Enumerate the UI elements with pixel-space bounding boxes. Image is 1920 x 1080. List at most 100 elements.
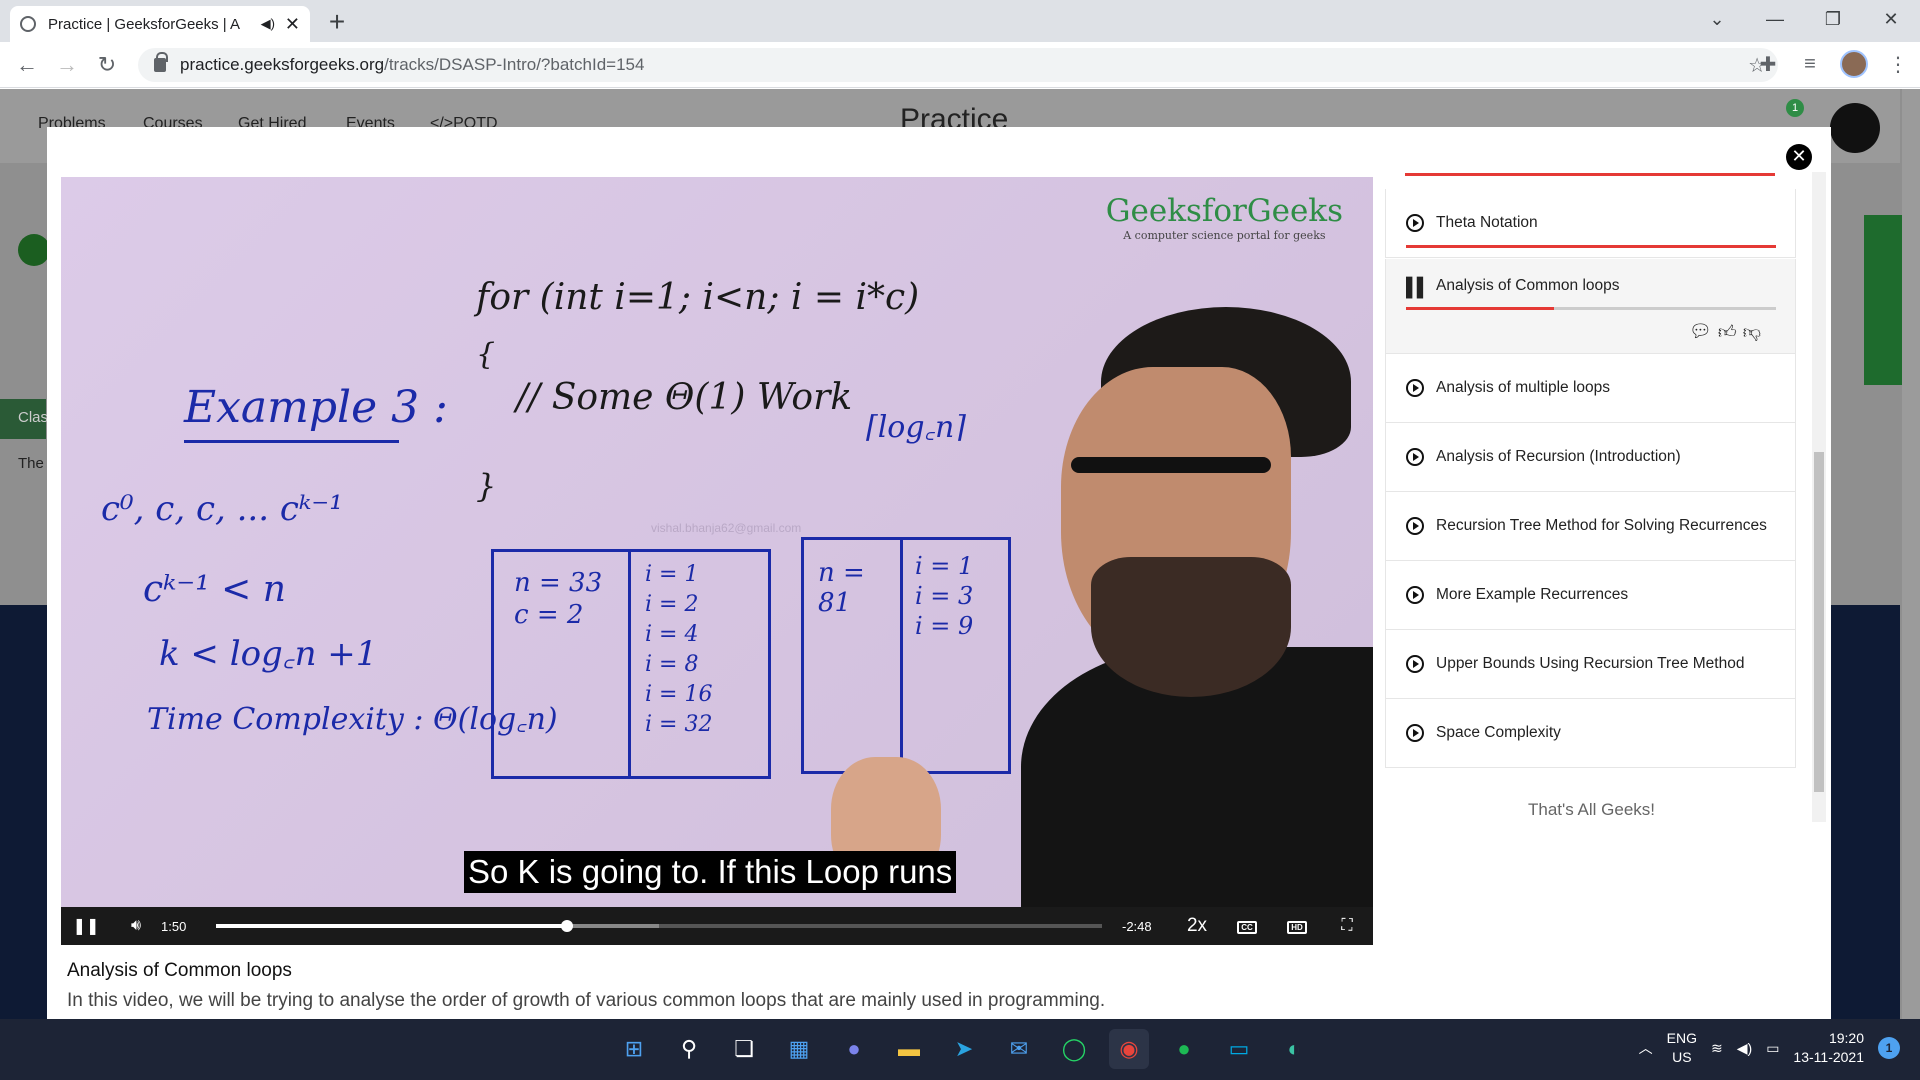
lock-icon[interactable] [154,52,168,72]
back-arrow-icon[interactable] [18,234,50,266]
play-circle-icon [1406,517,1424,535]
remaining-time: -2:48 [1122,918,1152,934]
browser-toolbar: ← → ↻ practice.geeksforgeeks.org/tracks/… [0,42,1920,88]
restore-button[interactable]: ❐ [1804,0,1862,40]
playlist-item-recursion-tree[interactable]: Recursion Tree Method for Solving Recurr… [1385,492,1796,561]
file-explorer-icon[interactable]: ▬ [889,1029,929,1069]
board-b2-i9: i = 9 [915,612,974,640]
search-icon[interactable]: ⚲ [669,1029,709,1069]
back-button[interactable]: ← [12,50,42,80]
email-watermark: vishal.bhanja62@gmail.com [651,521,802,535]
reload-button[interactable]: ↻ [92,50,122,80]
video-player[interactable]: GeeksforGeeks A computer science portal … [61,177,1373,945]
board-open-brace: { [476,337,496,372]
board-i2: i = 2 [645,592,699,617]
brand-watermark: GeeksforGeeks A computer science portal … [1106,193,1343,242]
playlist-scroll-thumb[interactable] [1814,452,1824,792]
board-c2: c = 2 [514,600,584,630]
board-ineq1: cᵏ⁻¹ < n [143,569,286,610]
minimize-button[interactable]: — [1746,0,1804,40]
volume-tray-icon[interactable]: ◀) [1737,1040,1752,1057]
widgets-icon[interactable]: ▦ [779,1029,819,1069]
language-indicator[interactable]: ENG US [1667,1029,1697,1067]
fullscreen-icon[interactable]: ⛶ [1322,917,1372,935]
side-label-class[interactable]: Clas [0,399,48,439]
profile-avatar[interactable] [1840,50,1868,78]
playlist-item-recursion-intro[interactable]: Analysis of Recursion (Introduction) [1385,423,1796,492]
telegram-icon[interactable]: ➤ [944,1029,984,1069]
brand-tagline: A computer science portal for geeks [1123,229,1326,242]
video-description: In this video, we will be trying to anal… [67,990,1106,1011]
notification-badge[interactable]: 1 [1878,1037,1900,1059]
close-modal-icon[interactable]: ✕ [1786,144,1812,170]
board-series: c⁰, c, c, ... cᵏ⁻¹ [101,489,343,529]
board-box1-left: n = 33 c = 2 [491,549,631,779]
chat-icon[interactable]: ● [834,1029,874,1069]
thumbs-up-icon[interactable]: 👍︎ [1718,321,1737,343]
speaker-icon[interactable]: ◀) [261,16,275,32]
board-n81: n = 81 [818,558,865,618]
comment-icon[interactable]: 💬︎ [1689,321,1712,343]
media-control-icon[interactable]: ≡ [1798,53,1822,76]
browser-tab[interactable]: Practice | GeeksforGeeks | A ◀) ✕ [10,6,310,42]
presenter-figure [831,307,1373,945]
new-tab-button[interactable]: + [320,8,354,38]
clock[interactable]: 19:20 13-11-2021 [1793,1029,1864,1067]
side-label-theory[interactable]: The [0,445,46,485]
tray-chevron-icon[interactable]: ︿ [1639,1038,1653,1058]
lang-bottom: US [1672,1049,1692,1065]
playlist-item-label: More Example Recurrences [1436,586,1629,603]
playlist-item-more-recurrences[interactable]: More Example Recurrences [1385,561,1796,630]
item-watched-bar [1406,245,1776,248]
playlist-scrollbar[interactable] [1812,172,1826,822]
board-comment: // Some Θ(1) Work [516,377,853,418]
task-view-icon[interactable]: ❏ [724,1029,764,1069]
playlist-item-label: Recursion Tree Method for Solving Recurr… [1436,517,1767,534]
pause-icon[interactable]: ❚❚ [61,916,111,936]
user-avatar[interactable] [1830,103,1880,153]
board-n33: n = 33 [514,568,603,598]
chrome-icon[interactable]: ◉ [1109,1029,1149,1069]
whatsapp-icon[interactable]: ◯ [1054,1029,1094,1069]
thumbs-down-icon[interactable]: 👎︎ [1743,321,1761,343]
playlist-item-theta-notation[interactable]: Theta Notation [1385,189,1796,258]
board-ceil-log: ⌈log꜀n⌉ [866,410,966,445]
edge-icon[interactable]: ◐ [1274,1029,1314,1069]
seek-bar[interactable] [216,920,1102,932]
captions-icon[interactable]: CC [1222,917,1272,935]
address-bar[interactable]: practice.geeksforgeeks.org/tracks/DSASP-… [138,48,1778,82]
wifi-icon[interactable]: ≋ [1711,1040,1723,1057]
playlist-item-upper-bounds[interactable]: Upper Bounds Using Recursion Tree Method [1385,630,1796,699]
item-actions: 💬︎ 👍︎ 👎︎ [1689,321,1761,343]
board-loop-line: for (int i=1; i<n; i = i*c) [476,277,920,318]
system-tray: ︿ ENG US ≋ ◀) ▭ 19:20 13-11-2021 1 [1639,1029,1900,1067]
forward-button[interactable]: → [52,50,82,80]
playlist-item-common-loops[interactable]: ▌▌ Analysis of Common loops 💬︎ 👍︎ 👎︎ [1385,259,1796,354]
volume-icon[interactable]: 🔊︎ [111,917,161,935]
clock-time: 19:20 [1828,1030,1864,1046]
prime-video-icon[interactable]: ▭ [1219,1029,1259,1069]
battery-icon[interactable]: ▭ [1766,1040,1779,1057]
live-batches-tab[interactable] [1864,215,1902,385]
board-box2-left: n = 81 [801,537,903,774]
playlist-panel: Theta Notation ▌▌ Analysis of Common loo… [1385,172,1798,822]
page-scrollbar[interactable] [1902,89,1920,1019]
menu-kebab-icon[interactable]: ⋮ [1886,52,1910,77]
close-window-button[interactable]: ✕ [1862,0,1920,40]
close-tab-icon[interactable]: ✕ [285,14,300,35]
extensions-puzzle-icon[interactable]: ✚ [1756,52,1780,77]
board-b2-i3: i = 3 [915,582,974,610]
seek-knob[interactable] [560,920,573,932]
hd-quality-icon[interactable]: HD [1272,917,1322,935]
tab-search-icon[interactable]: ⌄ [1688,0,1746,40]
playback-speed-button[interactable]: 2x [1172,915,1222,937]
spotify-icon[interactable]: ● [1164,1029,1204,1069]
play-circle-icon [1406,379,1424,397]
playlist-item-multiple-loops[interactable]: Analysis of multiple loops [1385,354,1796,423]
mail-icon[interactable]: ✉ [999,1029,1039,1069]
playlist-item-label: Analysis of Recursion (Introduction) [1436,448,1681,465]
playlist-item-space-complexity[interactable]: Space Complexity [1385,699,1796,768]
play-circle-icon [1406,655,1424,673]
tab-title: Practice | GeeksforGeeks | A [48,15,241,33]
windows-start-icon[interactable]: ⊞ [614,1029,654,1069]
